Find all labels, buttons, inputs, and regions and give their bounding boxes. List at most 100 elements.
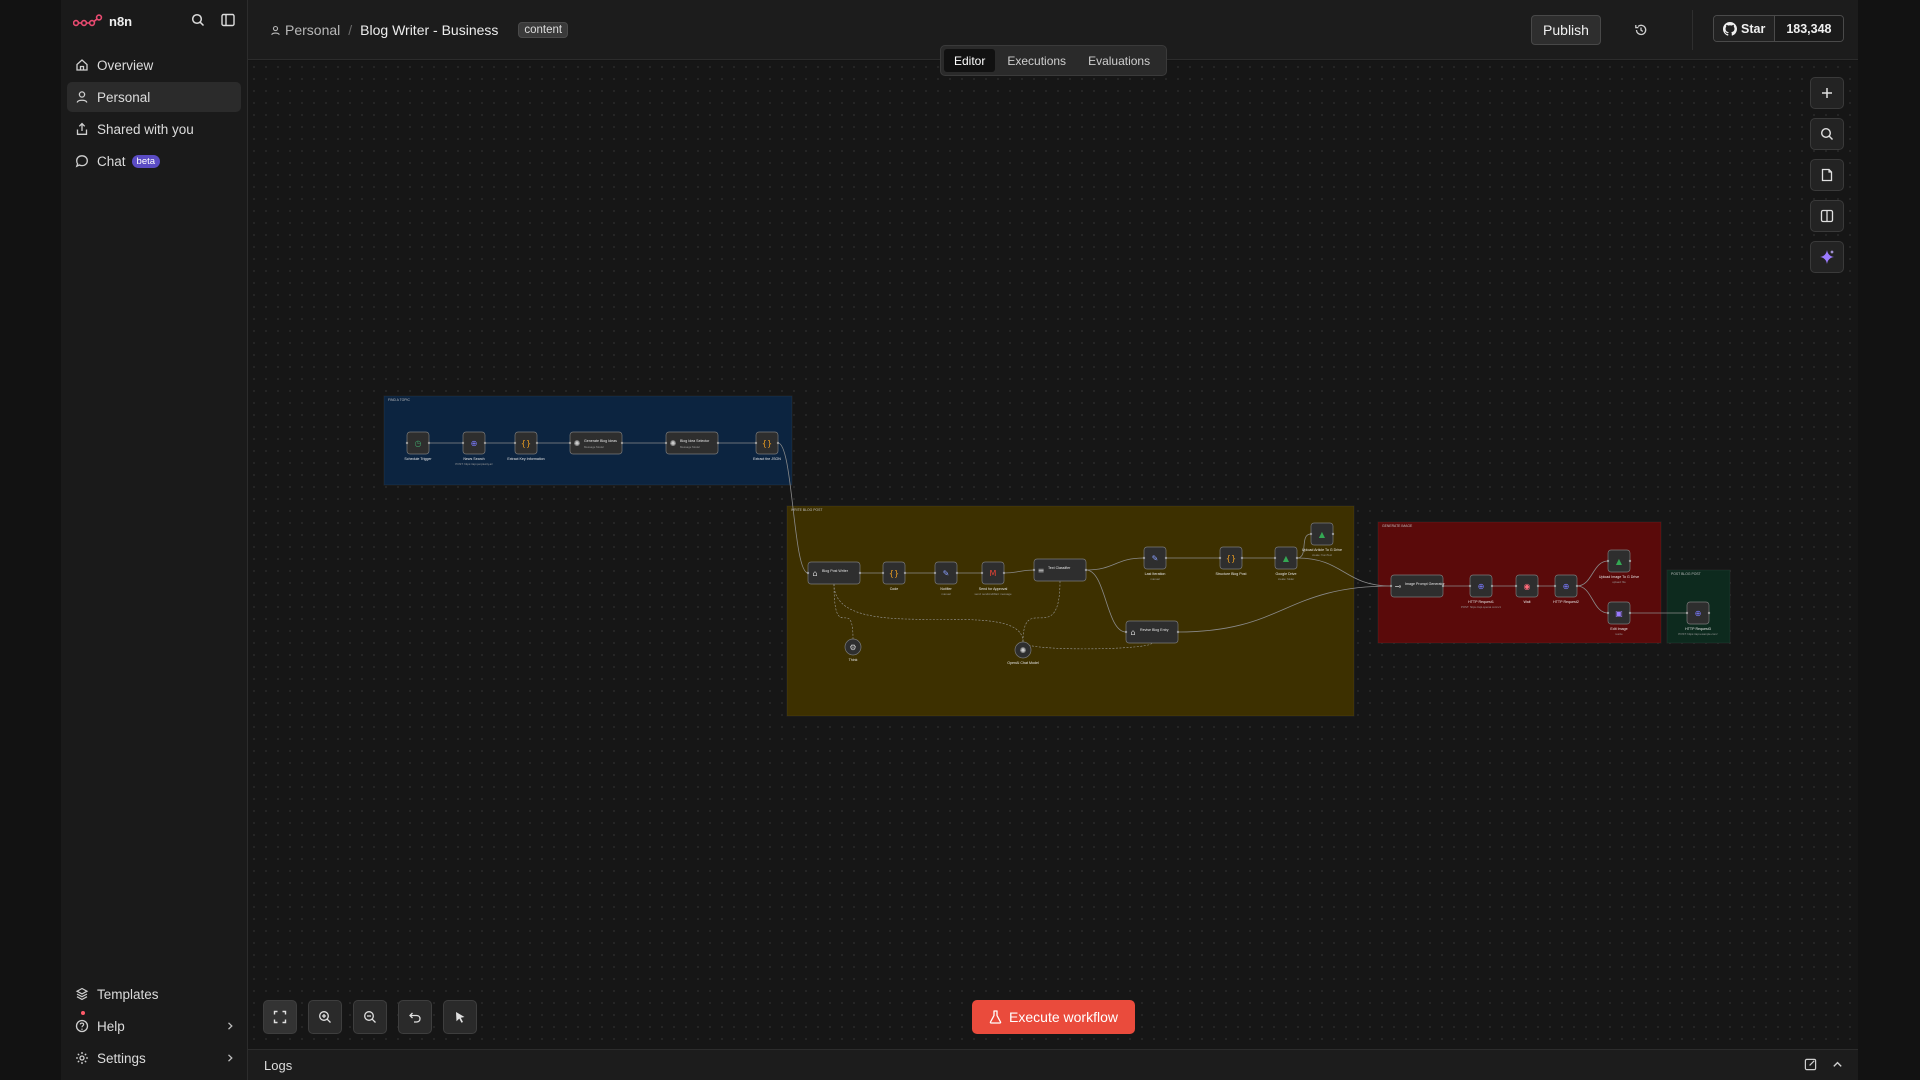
reset-zoom-button[interactable]	[398, 1000, 432, 1034]
node-n14[interactable]: ▲ Google Drivecreate: folder	[1273, 546, 1299, 581]
nav-item-personal[interactable]: Personal	[67, 82, 241, 112]
ai-assistant-button[interactable]	[1810, 241, 1844, 273]
node-input-handle[interactable]	[1606, 611, 1610, 615]
node-n13[interactable]: {} Structure Blog Post	[1216, 546, 1247, 576]
node-n22[interactable]: ⊕ HTTP Request2	[1553, 574, 1579, 604]
search-nodes-button[interactable]	[1810, 118, 1844, 150]
node-input-handle[interactable]	[1606, 559, 1610, 563]
github-star-widget[interactable]: Star 183,348	[1713, 15, 1844, 42]
node-output-handle[interactable]	[1331, 532, 1335, 536]
node-input-handle[interactable]	[1389, 584, 1393, 588]
tab-executions[interactable]: Executions	[997, 49, 1076, 72]
node-output-handle[interactable]	[1295, 556, 1299, 560]
workflow-tag[interactable]: content	[518, 22, 569, 38]
node-input-handle[interactable]	[754, 441, 758, 445]
node-output-handle[interactable]	[1084, 568, 1088, 572]
node-input-handle[interactable]	[980, 571, 984, 575]
node-output-handle[interactable]	[1575, 584, 1579, 588]
node-n1[interactable]: ◷ Schedule Trigger	[404, 431, 432, 461]
node-output-handle[interactable]	[1002, 571, 1006, 575]
node-input-handle[interactable]	[806, 571, 810, 575]
node-output-handle[interactable]	[535, 441, 539, 445]
node-output-handle[interactable]	[1240, 556, 1244, 560]
tab-editor[interactable]: Editor	[944, 49, 996, 72]
brand-logo[interactable]: n8n	[73, 10, 132, 32]
nav-item-settings[interactable]: Settings	[67, 1043, 241, 1073]
github-star-count[interactable]: 183,348	[1775, 16, 1843, 41]
node-n7[interactable]: ⌂ Blog Post Writer	[806, 561, 862, 585]
chevron-up-icon[interactable]	[1831, 1058, 1844, 1071]
history-button[interactable]	[1631, 20, 1651, 40]
node-output-handle[interactable]	[1164, 556, 1168, 560]
node-input-handle[interactable]	[405, 441, 409, 445]
publish-button[interactable]: Publish	[1531, 15, 1601, 45]
node-n12[interactable]: ✎ Last Iterationmanual	[1142, 546, 1168, 581]
node-input-handle[interactable]	[1685, 611, 1689, 615]
node-output-handle[interactable]	[1176, 630, 1180, 634]
node-input-handle[interactable]	[881, 571, 885, 575]
zoom-out-button[interactable]	[353, 1000, 387, 1034]
node-output-handle[interactable]	[716, 441, 720, 445]
node-input-handle[interactable]	[664, 441, 668, 445]
node-output-handle[interactable]	[903, 571, 907, 575]
collapse-sidebar-button[interactable]	[219, 11, 237, 29]
selection-mode-button[interactable]	[443, 1000, 477, 1034]
gmail-icon: M	[990, 569, 997, 578]
node-input-handle[interactable]	[1468, 584, 1472, 588]
node-output-handle[interactable]	[1536, 584, 1540, 588]
pointer-icon	[456, 1012, 465, 1023]
node-input-handle[interactable]	[933, 571, 937, 575]
breadcrumb-project[interactable]: Personal	[270, 22, 340, 38]
nav-item-overview[interactable]: Overview	[67, 50, 241, 80]
nav-item-label: Overview	[97, 57, 154, 73]
node-input-handle[interactable]	[461, 441, 465, 445]
workflow-name[interactable]: Blog Writer - Business	[360, 22, 498, 38]
popout-icon[interactable]	[1804, 1058, 1817, 1071]
node-n6[interactable]: {} Extract the JSON	[753, 431, 781, 461]
nav-item-templates[interactable]: Templates	[67, 979, 241, 1009]
execute-workflow-button[interactable]: Execute workflow	[972, 1000, 1135, 1034]
node-n19[interactable]: ⊸ Image Prompt Generator	[1389, 574, 1446, 598]
node-output-handle[interactable]	[1707, 611, 1711, 615]
add-node-button[interactable]	[1810, 77, 1844, 109]
node-input-handle[interactable]	[1514, 584, 1518, 588]
node-output-handle[interactable]	[1628, 559, 1632, 563]
node-input-handle[interactable]	[1032, 568, 1036, 572]
node-output-handle[interactable]	[620, 441, 624, 445]
node-input-handle[interactable]	[1553, 584, 1557, 588]
workflow-canvas[interactable]: FIND A TOPIC WRITE BLOG POST GENERATE IMAG…	[248, 61, 1858, 1049]
zoom-in-button[interactable]	[308, 1000, 342, 1034]
search-button[interactable]	[189, 11, 207, 29]
node-output-handle[interactable]	[955, 571, 959, 575]
github-star-button[interactable]: Star	[1714, 16, 1776, 41]
node-output-handle[interactable]	[1628, 611, 1632, 615]
node-n5[interactable]: ✺ Blog Idea Selector Message Model	[664, 431, 720, 455]
node-input-handle[interactable]	[1273, 556, 1277, 560]
nav-item-chat[interactable]: Chat beta	[67, 146, 241, 176]
workflow-group-2[interactable]: WRITE BLOG POST	[786, 505, 1355, 717]
node-output-handle[interactable]	[1490, 584, 1494, 588]
workflow-diagram[interactable]: FIND A TOPIC WRITE BLOG POST GENERATE IMAG…	[248, 61, 1858, 1049]
nav-item-help[interactable]: Help	[67, 1011, 241, 1041]
toggle-panel-button[interactable]	[1810, 200, 1844, 232]
node-n18[interactable]: ⌂ Revise Blog Entry	[1124, 620, 1180, 644]
node-n4[interactable]: ✺ Generate Blog Ideas Message Model	[568, 431, 624, 455]
node-label: Blog Post Writer	[822, 569, 849, 573]
node-input-handle[interactable]	[1124, 630, 1128, 634]
node-n11[interactable]: ≡ Text Classifier	[1032, 558, 1088, 582]
node-n24[interactable]: ▣ Edit Imageresize	[1606, 601, 1632, 636]
node-output-handle[interactable]	[483, 441, 487, 445]
node-input-handle[interactable]	[568, 441, 572, 445]
fit-view-button[interactable]	[263, 1000, 297, 1034]
nav-item-shared[interactable]: Shared with you	[67, 114, 241, 144]
node-input-handle[interactable]	[513, 441, 517, 445]
node-input-handle[interactable]	[1309, 532, 1313, 536]
node-input-handle[interactable]	[1142, 556, 1146, 560]
node-output-handle[interactable]	[427, 441, 431, 445]
node-output-handle[interactable]	[776, 441, 780, 445]
logs-panel[interactable]: Logs	[248, 1049, 1858, 1080]
sticky-note-button[interactable]	[1810, 159, 1844, 191]
node-input-handle[interactable]	[1218, 556, 1222, 560]
tab-evaluations[interactable]: Evaluations	[1078, 49, 1160, 72]
node-output-handle[interactable]	[858, 571, 862, 575]
